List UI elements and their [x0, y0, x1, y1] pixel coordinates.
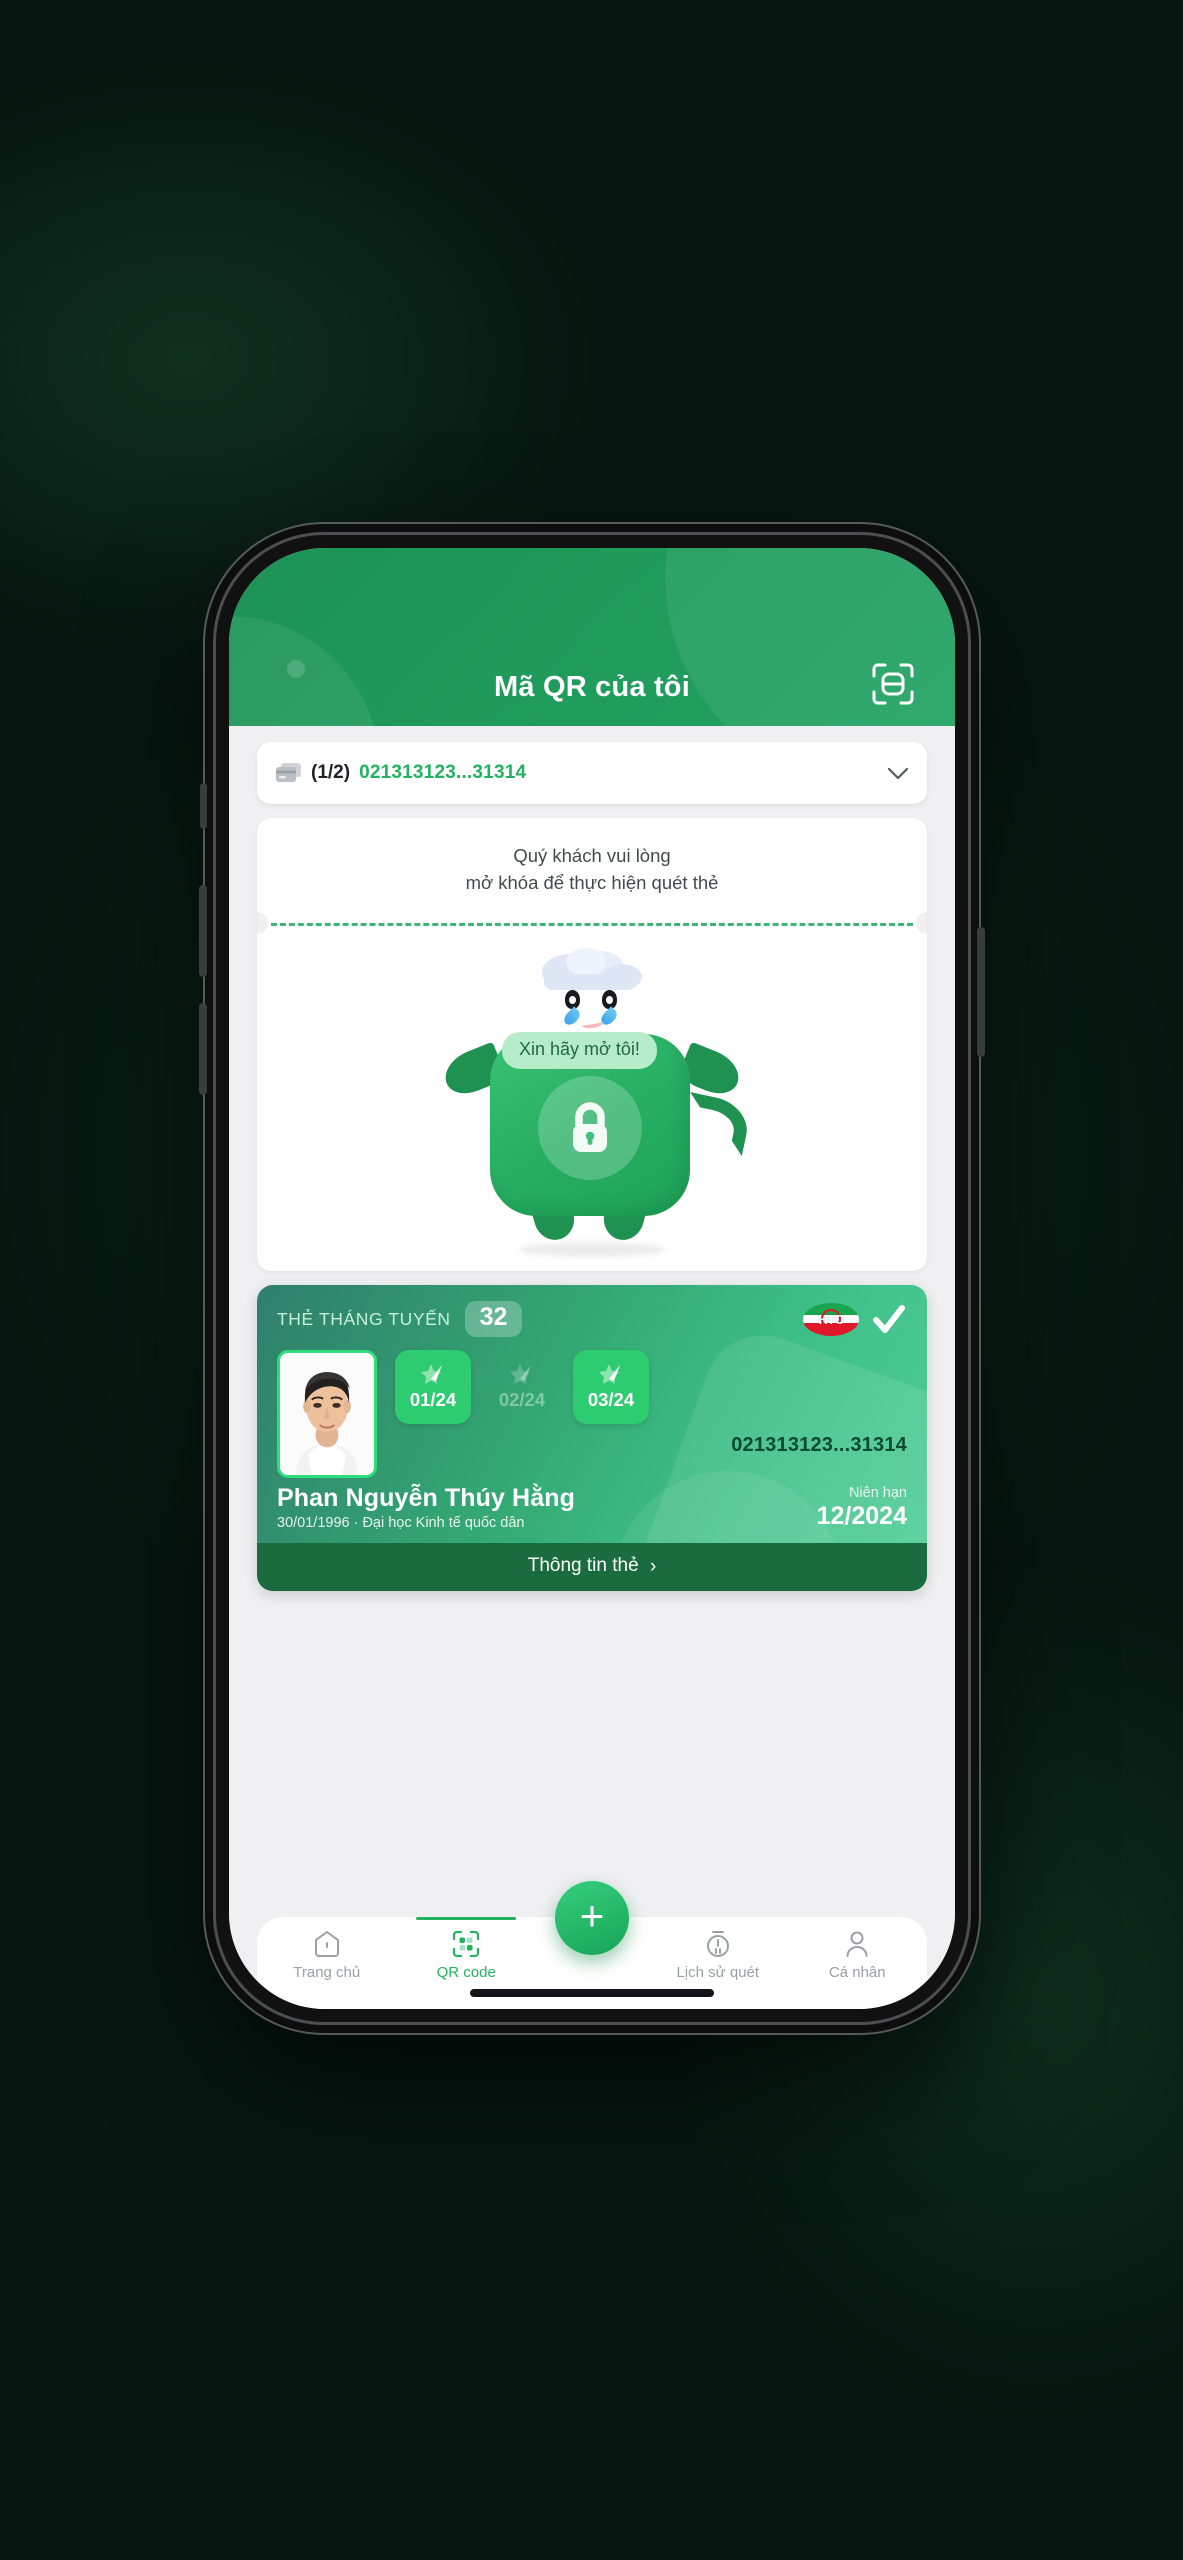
month-chip[interactable]: 01/24	[395, 1349, 471, 1424]
locked-mascot-illustration: Xin hãy mở tôi!	[257, 926, 927, 1271]
scan-frame-icon[interactable]	[869, 660, 917, 708]
ticket-star-icon	[420, 1362, 446, 1386]
tear-drop-icon	[561, 1006, 583, 1028]
locked-message: Quý khách vui lòng mở khóa để thực hiện …	[257, 818, 927, 923]
card-selector[interactable]: (1/2) 021313123...31314	[257, 742, 927, 804]
add-card-fab[interactable]: +	[555, 1881, 629, 1955]
nav-item-qr-code[interactable]: QR code	[397, 1917, 537, 1981]
lock-icon	[538, 1076, 642, 1181]
chevron-down-icon[interactable]	[887, 767, 909, 780]
holder-info: Phan Nguyễn Thúy Hằng 30/01/1996 · Đại h…	[277, 1484, 807, 1531]
nav-label-scan-history: Lịch sử quét	[676, 1964, 760, 1981]
page-title: Mã QR của tôi	[494, 671, 690, 703]
mascot-shadow	[518, 1241, 666, 1257]
htc-oval-logo: HTC	[803, 1302, 859, 1336]
power-button[interactable]	[977, 927, 985, 1057]
month-chip[interactable]: 03/24	[573, 1349, 649, 1424]
volume-up-button[interactable]	[199, 885, 207, 977]
stacked-cards-icon	[275, 762, 302, 784]
nav-label-home: Trang chủ	[293, 1964, 361, 1981]
app-header: Mã QR của tôi	[229, 548, 955, 726]
nav-label-profile: Cá nhân	[828, 1964, 886, 1981]
nav-item-profile[interactable]: Cá nhân	[788, 1929, 928, 1981]
plus-icon: +	[579, 1892, 605, 1939]
nav-item-scan-history[interactable]: Lịch sử quét	[648, 1929, 788, 1981]
layout-spacer	[257, 1591, 927, 1881]
locked-message-line1: Quý khách vui lòng	[513, 845, 671, 866]
holder-subtitle: 30/01/1996 · Đại học Kinh tế quốc dân	[277, 1514, 525, 1531]
month-chip-label: 03/24	[587, 1389, 635, 1411]
mascot-tail	[679, 1091, 753, 1156]
mascot-crying-face	[561, 989, 622, 1032]
nav-label-qr-code: QR code	[436, 1964, 496, 1981]
nav-item-home[interactable]: Trang chủ	[257, 1929, 397, 1981]
ticket-star-icon	[509, 1362, 535, 1386]
card-info-label: Thông tin thẻ	[527, 1554, 639, 1576]
student-portrait-photo	[277, 1349, 377, 1478]
mute-switch[interactable]	[200, 783, 207, 829]
member-card-middle: 01/24 02/24 03/24 021313123...31314	[277, 1349, 907, 1478]
check-mark-icon	[870, 1301, 907, 1338]
holder-name: Phan Nguyễn Thúy Hằng	[277, 1483, 575, 1512]
month-chip[interactable]: 02/24	[484, 1350, 560, 1424]
route-badge: 32	[464, 1301, 523, 1338]
operator-logo-group: HTC	[803, 1301, 907, 1338]
card-index-count: (1/2)	[311, 762, 351, 783]
card-type-label: THẺ THÁNG TUYẾN	[277, 1308, 451, 1329]
locked-qr-panel: Quý khách vui lòng mở khóa để thực hiện …	[257, 818, 927, 1271]
month-chip-label: 02/24	[498, 1389, 546, 1411]
locked-message-line2: mở khóa để thực hiện quét thẻ	[465, 872, 719, 894]
screen-body: (1/2) 021313123...31314 Quý khách vui lò…	[229, 726, 955, 2009]
ticket-star-icon	[598, 1362, 624, 1386]
mascot-figure: Xin hãy mở tôi!	[438, 946, 753, 1251]
chevron-right-icon: ›	[649, 1555, 657, 1577]
phone-device-frame: Mã QR của tôi (1/2) 021313123...31314 Qu…	[199, 535, 985, 2022]
operator-logo-text: HTC	[818, 1311, 844, 1327]
mascot-eye-right	[602, 989, 617, 1009]
member-card-bottom: Phan Nguyễn Thúy Hằng 30/01/1996 · Đại h…	[277, 1484, 907, 1531]
home-indicator	[470, 1989, 714, 1997]
member-card-number: 021313123...31314	[731, 1433, 907, 1456]
card-info-button[interactable]: Thông tin thẻ ›	[257, 1542, 927, 1591]
member-card-header: THẺ THÁNG TUYẾN 32 HTC	[277, 1301, 907, 1338]
volume-down-button[interactable]	[199, 1003, 207, 1095]
rain-cloud-icon	[534, 946, 646, 994]
home-icon	[312, 1929, 342, 1959]
phone-screen: Mã QR của tôi (1/2) 021313123...31314 Qu…	[229, 548, 955, 2009]
expiry-label: Niên hạn	[848, 1484, 907, 1501]
scan-history-timer-icon	[703, 1929, 733, 1959]
month-chip-label: 01/24	[409, 1389, 457, 1411]
mascot-speech-bubble: Xin hãy mở tôi!	[502, 1031, 657, 1069]
qr-code-icon	[451, 1929, 481, 1959]
member-card[interactable]: THẺ THÁNG TUYẾN 32 HTC 01/24 02/24 03/24…	[257, 1284, 927, 1591]
mascot-eye-left	[565, 989, 580, 1009]
mascot-mouth	[581, 1016, 605, 1030]
expiry-group: Niên hạn 12/2024	[807, 1485, 907, 1531]
expiry-value: 12/2024	[816, 1501, 907, 1530]
bottom-navigation: Trang chủ QR code Lịch sử quét Cá nhân +	[257, 1881, 927, 2009]
month-chip-list: 01/24 02/24 03/24	[395, 1349, 907, 1424]
person-icon	[842, 1929, 872, 1959]
active-tab-indicator	[416, 1917, 517, 1920]
selected-card-number: 021313123...31314	[359, 762, 527, 783]
member-card-content: THẺ THÁNG TUYẾN 32 HTC 01/24 02/24 03/24…	[257, 1285, 927, 1543]
member-card-right: 01/24 02/24 03/24 021313123...31314	[377, 1349, 907, 1478]
